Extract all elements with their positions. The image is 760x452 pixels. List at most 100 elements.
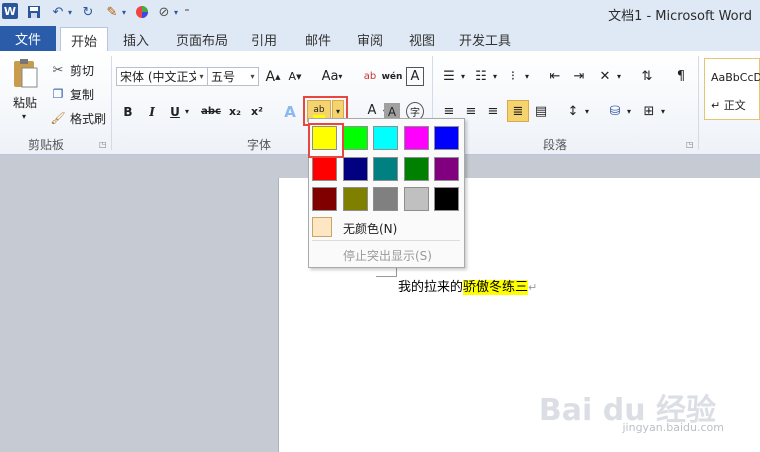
color-swatch[interactable] (312, 187, 337, 211)
change-case-button[interactable]: Aa ▾ (318, 67, 346, 86)
format-painter-button[interactable]: 格式刷 (68, 110, 108, 126)
paste-icon[interactable] (10, 58, 40, 90)
copy-button[interactable]: 复制 (68, 86, 96, 102)
chevron-down-icon[interactable]: ▾ (614, 67, 624, 86)
subscript-button[interactable]: x₂ (226, 102, 244, 121)
multilevel-list-icon[interactable]: ⁝ (504, 67, 522, 86)
chevron-down-icon[interactable]: ▾ (658, 102, 668, 121)
tab-references[interactable]: 引用 (242, 27, 286, 51)
italic-button[interactable]: I (144, 102, 160, 121)
tab-page-layout[interactable]: 页面布局 (170, 27, 234, 51)
menu-separator (312, 240, 460, 241)
increase-indent-icon[interactable]: ⇥ (570, 67, 588, 86)
sort-icon[interactable]: ⇅ (638, 67, 656, 86)
font-name-combo[interactable]: 宋体 (中文正文 ▾ (116, 67, 208, 86)
bold-button[interactable]: B (120, 102, 136, 121)
tab-developer[interactable]: 开发工具 (452, 27, 518, 51)
color-swatch[interactable] (373, 187, 398, 211)
color-swatch[interactable] (342, 156, 368, 181)
paragraph-mark: ↵ (528, 281, 538, 294)
style-normal-label: ↵ 正文 (711, 99, 746, 112)
format-painter-icon[interactable]: ✎ (104, 3, 120, 21)
line-spacing-icon[interactable]: ↕ (564, 102, 582, 121)
no-color-icon[interactable] (312, 217, 332, 237)
underline-button[interactable]: U (168, 102, 182, 121)
paint-bucket-icon[interactable]: ⛁ (606, 102, 624, 121)
chevron-down-icon[interactable]: ▾ (582, 102, 592, 121)
clipboard-launcher-icon[interactable]: ◳ (99, 140, 107, 149)
numbering-icon[interactable]: ☷ (472, 67, 490, 86)
clear-format-button[interactable]: ab (360, 67, 380, 86)
stop-highlight-menu-item[interactable]: 停止突出显示(S) (343, 247, 432, 264)
phonetic-guide-button[interactable]: wén (382, 67, 403, 86)
underline-dropdown-icon[interactable]: ▾ (182, 102, 192, 121)
font-size-value: 五号 (211, 70, 236, 84)
highlighter-icon: ab (313, 105, 325, 118)
painter-dropdown-icon[interactable]: ▾ (120, 3, 128, 21)
color-swatch[interactable] (403, 126, 429, 150)
style-normal-tile[interactable]: AaBbCcDc ↵ 正文 (704, 58, 760, 120)
word-logo-icon[interactable]: W (2, 3, 18, 19)
shrink-font-button[interactable]: A ▼ (286, 67, 304, 86)
chinese-layout-icon[interactable]: ✕ (596, 67, 614, 86)
color-swatch[interactable] (373, 126, 398, 150)
font-size-combo[interactable]: 五号 ▾ (207, 67, 259, 86)
copy-icon[interactable]: ❐ (50, 86, 66, 102)
tab-mailings[interactable]: 邮件 (296, 27, 340, 51)
grow-font-icon: A (265, 68, 276, 85)
color-swatch[interactable] (434, 126, 459, 150)
tab-file[interactable]: 文件 (0, 26, 56, 51)
color-wheel-icon[interactable] (134, 3, 150, 21)
undo-icon[interactable]: ↶ (50, 3, 66, 21)
strikethrough-button[interactable]: abc (200, 102, 222, 121)
color-swatch[interactable] (373, 156, 398, 181)
customize-qat-icon[interactable]: ⁼ (182, 3, 192, 21)
chevron-down-icon[interactable]: ▾ (458, 67, 468, 86)
show-marks-icon[interactable]: ¶ (672, 67, 690, 86)
save-icon[interactable] (26, 3, 42, 21)
distributed-icon[interactable]: ▤ (532, 102, 550, 121)
color-swatch[interactable] (403, 156, 429, 181)
no-color-menu-item[interactable]: 无颜色(N) (343, 220, 397, 237)
redo-icon[interactable]: ↻ (80, 3, 96, 21)
character-border-button[interactable]: A (406, 67, 424, 86)
tab-review[interactable]: 审阅 (348, 27, 392, 51)
group-separator (111, 56, 112, 150)
cut-button[interactable]: 剪切 (68, 62, 96, 78)
draw-icon[interactable]: ⊘ (156, 3, 172, 21)
clipboard-group-label: 剪贴板 (28, 138, 65, 152)
draw-dropdown-icon[interactable]: ▾ (172, 3, 180, 21)
color-swatch[interactable] (434, 187, 459, 211)
color-swatch[interactable] (403, 187, 429, 211)
tab-insert[interactable]: 插入 (112, 27, 160, 51)
tab-home[interactable]: 开始 (60, 27, 108, 53)
color-swatch[interactable] (434, 156, 459, 181)
paragraph-launcher-icon[interactable]: ◳ (686, 140, 694, 149)
scissors-icon[interactable]: ✂ (50, 62, 66, 78)
borders-icon[interactable]: ⊞ (640, 102, 658, 121)
chevron-down-icon[interactable]: ▾ (196, 72, 207, 81)
decrease-indent-icon[interactable]: ⇤ (546, 67, 564, 86)
chevron-down-icon[interactable]: ▾ (522, 67, 532, 86)
tab-view[interactable]: 视图 (400, 27, 444, 51)
chevron-down-icon[interactable]: ▾ (247, 72, 258, 81)
chevron-down-icon[interactable]: ▾ (490, 67, 500, 86)
format-painter-brush-icon[interactable]: 🖌 (50, 110, 66, 126)
justify-icon[interactable]: ≣ (507, 100, 529, 122)
paste-dropdown-icon[interactable]: ▾ (18, 111, 30, 121)
color-swatch[interactable] (312, 156, 337, 181)
align-right-icon[interactable]: ≡ (484, 102, 502, 121)
document-text[interactable]: 我的拉来的骄傲冬练三↵ (398, 276, 537, 295)
color-swatch[interactable] (342, 126, 368, 150)
clear-format-icon: ab (363, 71, 377, 82)
font-group-label: 字体 (247, 138, 272, 152)
undo-dropdown-icon[interactable]: ▾ (66, 3, 74, 21)
bullets-icon[interactable]: ☰ (440, 67, 458, 86)
color-swatch[interactable] (342, 187, 368, 211)
grow-font-button[interactable]: A ▲ (264, 67, 282, 86)
chevron-down-icon[interactable]: ▾ (624, 102, 634, 121)
paste-button-label[interactable]: 粘贴 (10, 94, 40, 110)
superscript-button[interactable]: x² (248, 102, 266, 121)
text-effects-button[interactable]: A (282, 102, 298, 121)
text-highlighted: 骄傲冬练三 (463, 280, 529, 295)
